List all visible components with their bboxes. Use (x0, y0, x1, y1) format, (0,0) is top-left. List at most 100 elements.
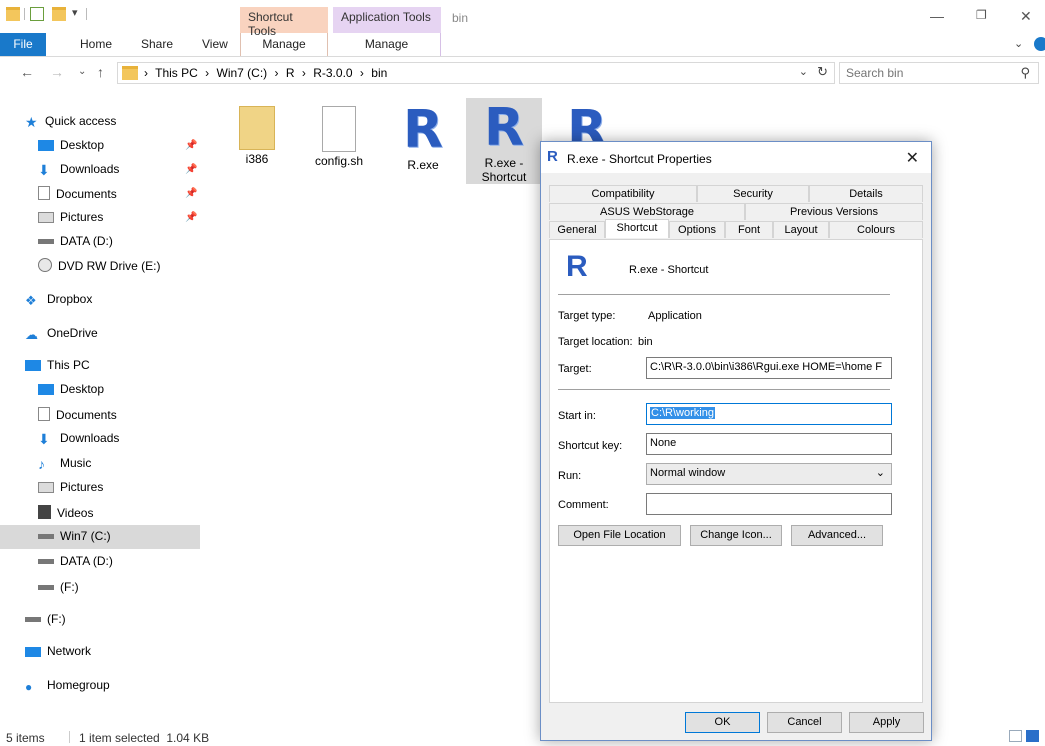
target-type-value: Application (648, 310, 702, 322)
tab-file[interactable]: File (0, 33, 46, 56)
nav-onedrive[interactable]: ☁ OneDrive (25, 322, 98, 346)
breadcrumb-separator: › (205, 66, 210, 80)
customize-quick-access-icon[interactable]: ▾ (72, 6, 78, 19)
shortcut-key-field[interactable]: None (646, 433, 892, 455)
run-select-value: Normal window (650, 467, 726, 479)
nav-homegroup[interactable]: ● Homegroup (25, 674, 110, 698)
ribbon-expand-icon[interactable]: ⌄ (1014, 37, 1023, 50)
tab-shortcut[interactable]: Shortcut (605, 219, 669, 238)
apply-button[interactable]: Apply (849, 712, 924, 733)
details-view-icon[interactable] (1009, 730, 1022, 742)
nav-drive-data-d[interactable]: DATA (D:) (38, 230, 113, 254)
forward-button[interactable]: → (50, 64, 64, 80)
refresh-icon[interactable]: ↻ (817, 64, 828, 80)
tab-options[interactable]: Options (669, 221, 725, 238)
nav-quick-desktop[interactable]: Desktop (38, 134, 104, 158)
nav-pc-desktop[interactable]: Desktop (38, 378, 104, 402)
tab-security[interactable]: Security (697, 185, 809, 202)
breadcrumb-win7[interactable]: Win7 (C:) (217, 66, 268, 80)
nav-pc-data-d[interactable]: DATA (D:) (38, 550, 113, 574)
large-icons-view-icon[interactable] (1026, 730, 1039, 742)
dialog-title: R.exe - Shortcut Properties (567, 152, 712, 166)
nav-f-drive[interactable]: (F:) (25, 608, 66, 632)
tab-general[interactable]: General (549, 221, 605, 238)
cancel-button[interactable]: Cancel (767, 712, 842, 733)
start-in-field[interactable]: C:\R\working (646, 403, 892, 425)
search-input[interactable] (846, 64, 1006, 82)
file-item-i386[interactable]: i386 (220, 100, 294, 184)
nav-pc-data-d-label: DATA (D:) (60, 554, 113, 568)
open-file-location-button[interactable]: Open File Location (558, 525, 681, 546)
tab-share[interactable]: Share (141, 37, 173, 51)
star-icon: ★ (25, 114, 38, 130)
nav-quick-access[interactable]: ★ Quick access (25, 110, 116, 134)
maximize-button[interactable]: ❐ (976, 8, 987, 22)
nav-drive-dvd-e[interactable]: DVD RW Drive (E:) (38, 254, 160, 278)
breadcrumb-r300[interactable]: R-3.0.0 (313, 66, 352, 80)
breadcrumb-this-pc[interactable]: This PC (155, 66, 198, 80)
ok-button[interactable]: OK (685, 712, 760, 733)
nav-quick-pictures[interactable]: Pictures (38, 206, 103, 230)
advanced-button[interactable]: Advanced... (791, 525, 883, 546)
nav-quick-documents[interactable]: Documents (38, 182, 117, 206)
tab-details[interactable]: Details (809, 185, 923, 202)
dialog-title-bar[interactable]: R R.exe - Shortcut Properties ✕ (541, 142, 931, 173)
new-folder-icon[interactable] (52, 7, 66, 21)
tab-previous-versions[interactable]: Previous Versions (745, 203, 923, 220)
tab-compatibility[interactable]: Compatibility (549, 185, 697, 202)
nav-dropbox[interactable]: ❖ Dropbox (25, 288, 92, 312)
nav-pc-win7-c[interactable]: Win7 (C:) (38, 525, 111, 549)
tab-manage-application[interactable]: Manage (333, 33, 441, 56)
comment-label: Comment: (558, 499, 609, 511)
back-button[interactable]: ← (20, 64, 34, 80)
up-button[interactable]: ↑ (97, 64, 104, 80)
nav-this-pc[interactable]: This PC (25, 354, 90, 378)
target-label: Target: (558, 363, 592, 375)
breadcrumb-r[interactable]: R (286, 66, 295, 80)
change-icon-button[interactable]: Change Icon... (690, 525, 782, 546)
comment-field[interactable] (646, 493, 892, 515)
tab-colours[interactable]: Colours (829, 221, 923, 238)
minimize-button[interactable]: — (930, 8, 944, 24)
nav-onedrive-label: OneDrive (47, 326, 98, 340)
search-icon[interactable]: ⚲ (1020, 65, 1030, 81)
tab-layout[interactable]: Layout (773, 221, 829, 238)
nav-pc-videos[interactable]: Videos (38, 501, 93, 525)
nav-pc-f[interactable]: (F:) (38, 576, 79, 600)
tab-font[interactable]: Font (725, 221, 773, 238)
chevron-down-icon[interactable]: ⌄ (799, 65, 808, 78)
address-bar[interactable]: › This PC › Win7 (C:) › R › R-3.0.0 › bi… (117, 62, 835, 84)
properties-icon[interactable] (30, 7, 44, 21)
r-logo-icon: R (402, 100, 444, 160)
dialog-close-button[interactable]: ✕ (906, 148, 919, 168)
run-select[interactable]: Normal window ⌄ (646, 463, 892, 485)
tab-home[interactable]: Home (80, 37, 112, 51)
search-box[interactable]: ⚲ (839, 62, 1039, 84)
pin-icon[interactable]: 📌 (185, 212, 197, 223)
nav-pc-documents[interactable]: Documents (38, 403, 117, 427)
tab-manage-shortcut[interactable]: Manage (240, 33, 328, 56)
breadcrumb-bin[interactable]: bin (371, 66, 387, 80)
nav-quick-downloads[interactable]: ⬇ Downloads (38, 158, 119, 182)
file-item-r-exe[interactable]: R R.exe (386, 100, 460, 184)
dropbox-icon: ❖ (25, 293, 37, 308)
help-icon[interactable] (1034, 37, 1045, 51)
file-item-r-shortcut[interactable]: R R.exe - Shortcut (466, 98, 542, 184)
nav-pc-pictures[interactable]: Pictures (38, 476, 103, 500)
tab-asus-webstorage[interactable]: ASUS WebStorage (549, 203, 745, 220)
nav-pc-music[interactable]: ♪ Music (38, 452, 91, 476)
target-location-value: bin (638, 336, 653, 348)
recent-locations-button[interactable]: ⌄ (78, 66, 86, 77)
nav-pc-downloads[interactable]: ⬇ Downloads (38, 427, 119, 451)
file-item-config-sh[interactable]: config.sh (302, 100, 376, 184)
nav-network[interactable]: Network (25, 640, 91, 664)
pin-icon[interactable]: 📌 (185, 140, 197, 151)
close-button[interactable]: ✕ (1020, 8, 1032, 25)
nav-quick-pictures-label: Pictures (60, 210, 104, 224)
tab-view[interactable]: View (202, 37, 228, 51)
documents-icon (38, 407, 50, 421)
nav-dropbox-label: Dropbox (47, 292, 93, 306)
pin-icon[interactable]: 📌 (185, 164, 197, 175)
pin-icon[interactable]: 📌 (185, 188, 197, 199)
target-field[interactable]: C:\R\R-3.0.0\bin\i386\Rgui.exe HOME=\hom… (646, 357, 892, 379)
